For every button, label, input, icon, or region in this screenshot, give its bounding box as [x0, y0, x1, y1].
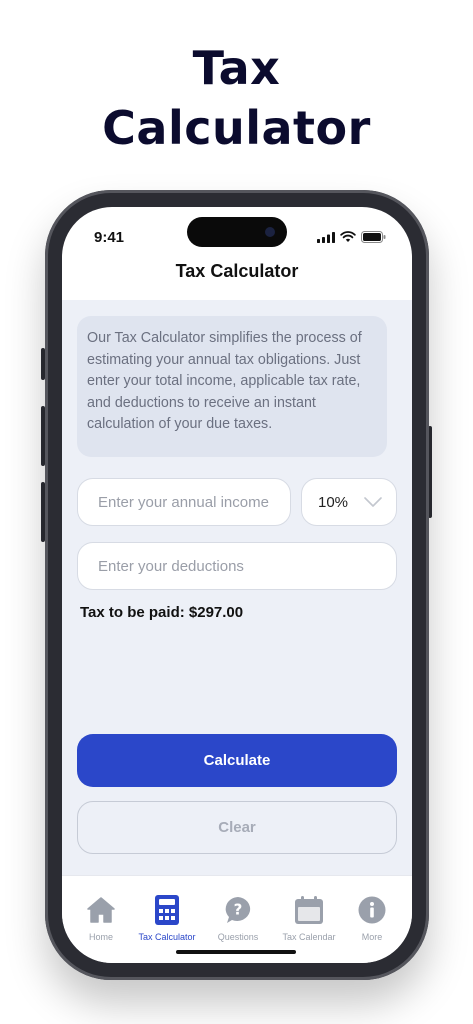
- annual-income-placeholder: Enter your annual income: [98, 493, 269, 511]
- dynamic-island: [187, 217, 287, 247]
- calculate-button[interactable]: Calculate: [77, 734, 397, 787]
- info-card: Our Tax Calculator simplifies the proces…: [77, 316, 387, 457]
- tab-tax-calculator[interactable]: Tax Calculator: [132, 894, 202, 942]
- tab-more-label: More: [361, 932, 383, 942]
- battery-icon: [361, 231, 386, 243]
- clear-button[interactable]: Clear: [77, 801, 397, 854]
- tab-questions-label: Questions: [217, 932, 259, 942]
- deductions-input[interactable]: Enter your deductions: [77, 542, 397, 590]
- headline-line-2: Calculator: [102, 101, 371, 155]
- tax-rate-select[interactable]: 10%: [301, 478, 397, 526]
- tab-tax-calendar-label: Tax Calendar: [282, 932, 336, 942]
- tax-rate-value: 10%: [318, 493, 349, 511]
- calendar-icon: [295, 896, 323, 924]
- tab-bar: Home Tax Calculator ? Questions Tax Cale…: [62, 875, 412, 963]
- signal-icon: [317, 231, 335, 243]
- phone-screen: 9:41 Tax Calculator Our Tax Calculator s…: [62, 207, 412, 963]
- tab-home[interactable]: Home: [66, 894, 136, 942]
- tab-home-label: Home: [88, 932, 113, 942]
- chevron-down-icon: [364, 497, 382, 507]
- promo-headline: Tax Calculator: [0, 38, 473, 158]
- tab-more[interactable]: More: [337, 894, 407, 942]
- status-icons: [317, 231, 386, 243]
- annual-income-input[interactable]: Enter your annual income: [77, 478, 291, 526]
- calculator-content: Our Tax Calculator simplifies the proces…: [62, 300, 412, 875]
- headline-line-1: Tax: [192, 41, 281, 95]
- calculator-icon: [155, 895, 179, 925]
- tab-questions[interactable]: ? Questions: [203, 894, 273, 942]
- tax-result: Tax to be paid: $297.00: [80, 604, 244, 621]
- home-icon: [87, 897, 115, 923]
- deductions-placeholder: Enter your deductions: [98, 557, 244, 575]
- svg-text:?: ?: [234, 901, 243, 919]
- tab-tax-calendar[interactable]: Tax Calendar: [274, 894, 344, 942]
- tab-tax-calculator-label: Tax Calculator: [138, 932, 196, 942]
- status-time: 9:41: [94, 229, 125, 246]
- home-indicator[interactable]: [176, 950, 296, 954]
- question-icon: ?: [225, 897, 251, 923]
- wifi-icon: [340, 231, 356, 242]
- info-icon: [358, 896, 386, 924]
- screen-title: Tax Calculator: [175, 261, 299, 281]
